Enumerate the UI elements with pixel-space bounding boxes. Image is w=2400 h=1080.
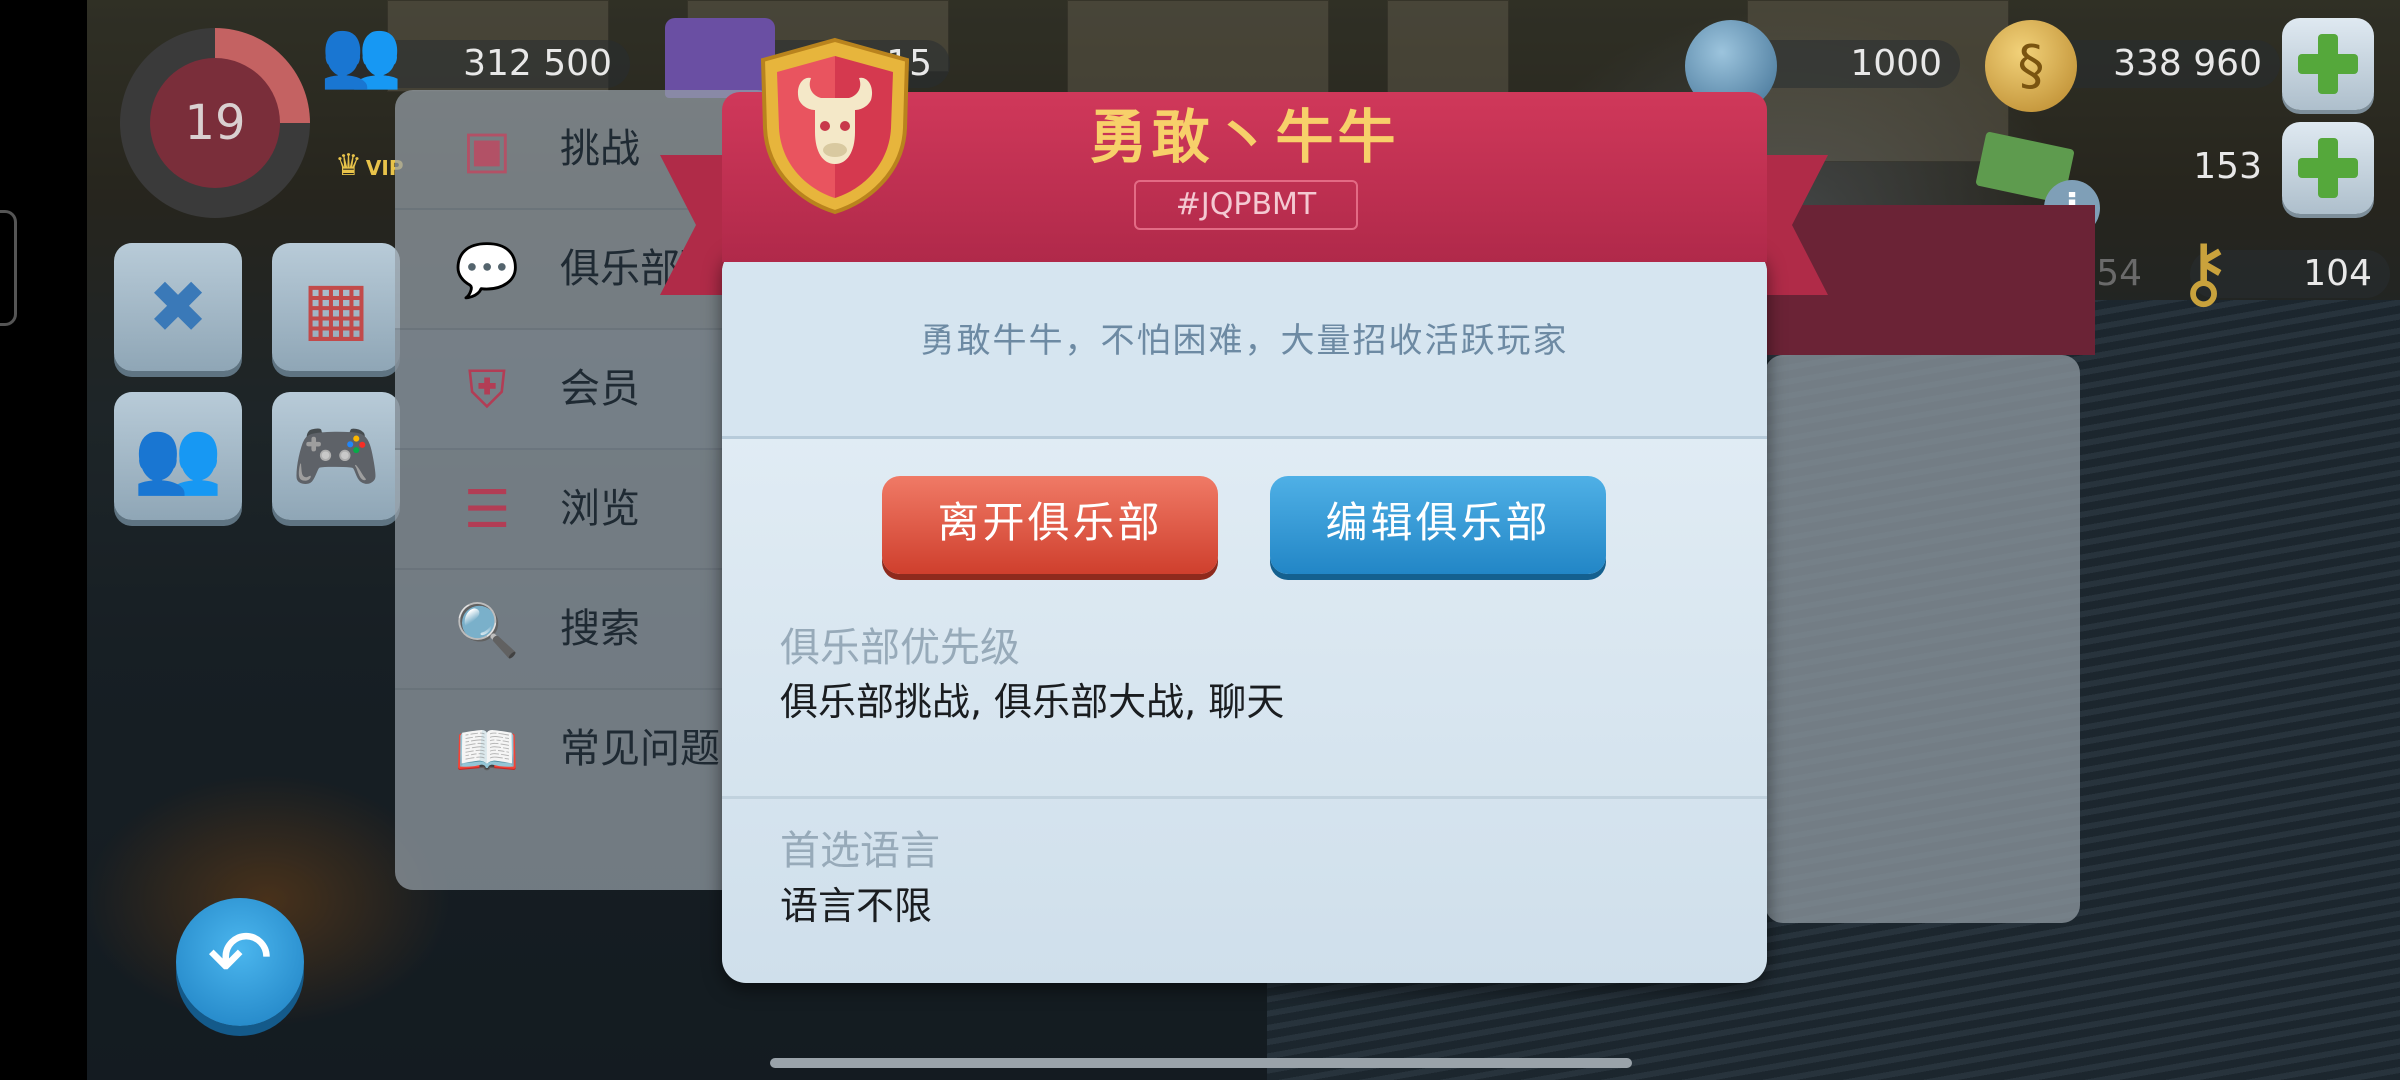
simoleon-coin-icon: § [1985,20,2077,112]
menu-item-search[interactable]: 🔍 搜索 [395,570,725,690]
wrench-screwdriver-icon: ✖ [147,265,209,349]
bull-shield-icon [760,37,910,215]
leave-club-button[interactable]: 离开俱乐部 [882,476,1218,574]
menu-item-label: 会员 [560,366,640,412]
calendar-button[interactable]: ▦ [272,243,400,371]
calendar-icon: ▦ [301,265,371,349]
club-shield-icon: ⛨ [467,359,507,420]
add-simcash-button[interactable] [2282,122,2374,214]
menu-item-members[interactable]: ⛨ 会员 [395,330,725,450]
faq-book-icon: 📖 [454,720,520,781]
description-area: 勇敢牛牛，不怕困难，大量招收活跃玩家 [722,248,1767,439]
golden-key-icon: ⚷ [2175,228,2233,318]
priority-value: 俱乐部挑战, 俱乐部大战, 聊天 [780,680,1285,724]
chat-bubble-icon: 💬 [454,240,520,301]
vip-crown-icon: ♛ VIP [335,148,404,183]
club-tag: #JQPBMT [1134,180,1358,230]
language-label: 首选语言 [780,828,940,874]
edit-club-button[interactable]: 编辑俱乐部 [1270,476,1606,574]
menu-item-label: 常见问题 [560,726,720,772]
menu-item-label: 浏览 [560,486,640,532]
population-value: 312 500 [463,43,612,84]
browse-shield-icon: ☰ [463,480,511,540]
search-shield-icon: 🔍 [454,600,520,661]
club-description: 勇敢牛牛，不怕困难，大量招收活跃玩家 [920,321,1569,361]
level-number: 19 [150,58,280,188]
menu-item-label: 挑战 [560,126,640,172]
edge-gesture-handle[interactable] [0,210,17,326]
treasure-chest-icon: ▣ [462,120,512,180]
menu-item-faq[interactable]: 📖 常见问题 [395,690,725,808]
club-menu-list: ▣ 挑战 💬 俱乐部聊天 ⛨ 会员 ☰ 浏览 🔍 搜索 📖 常见问题 [395,90,725,890]
level-ring[interactable]: 19 [120,28,310,218]
background-panel [1765,355,2080,923]
back-arrow-icon: ↶ [207,914,273,1004]
social-button[interactable]: 👥 [114,392,242,520]
population-icon: 👥 [320,15,403,92]
simcash-value: 153 [2193,146,2262,187]
games-button[interactable]: 🎮 [272,392,400,520]
keys-value: 104 [2303,253,2372,294]
club-info-dialog: 勇敢牛牛，不怕困难，大量招收活跃玩家 离开俱乐部 编辑俱乐部 俱乐部优先级 俱乐… [722,248,1767,983]
build-tools-button[interactable]: ✖ [114,243,242,371]
home-indicator[interactable] [770,1058,1632,1068]
simoleons-value: 338 960 [2113,43,2262,84]
menu-item-challenge[interactable]: ▣ 挑战 [395,90,725,210]
gamepad-icon: 🎮 [291,413,381,498]
priority-label: 俱乐部优先级 [780,625,1020,671]
menu-item-label: 搜索 [560,606,640,652]
language-value: 语言不限 [780,884,933,928]
menu-item-browse[interactable]: ☰ 浏览 [395,450,725,570]
add-simoleons-button[interactable] [2282,18,2374,110]
partial-value: 54 [2096,253,2142,294]
section-divider [722,796,1767,799]
water-value: 1000 [1850,43,1942,84]
people-icon: 👥 [133,413,223,498]
back-button[interactable]: ↶ [176,898,304,1026]
